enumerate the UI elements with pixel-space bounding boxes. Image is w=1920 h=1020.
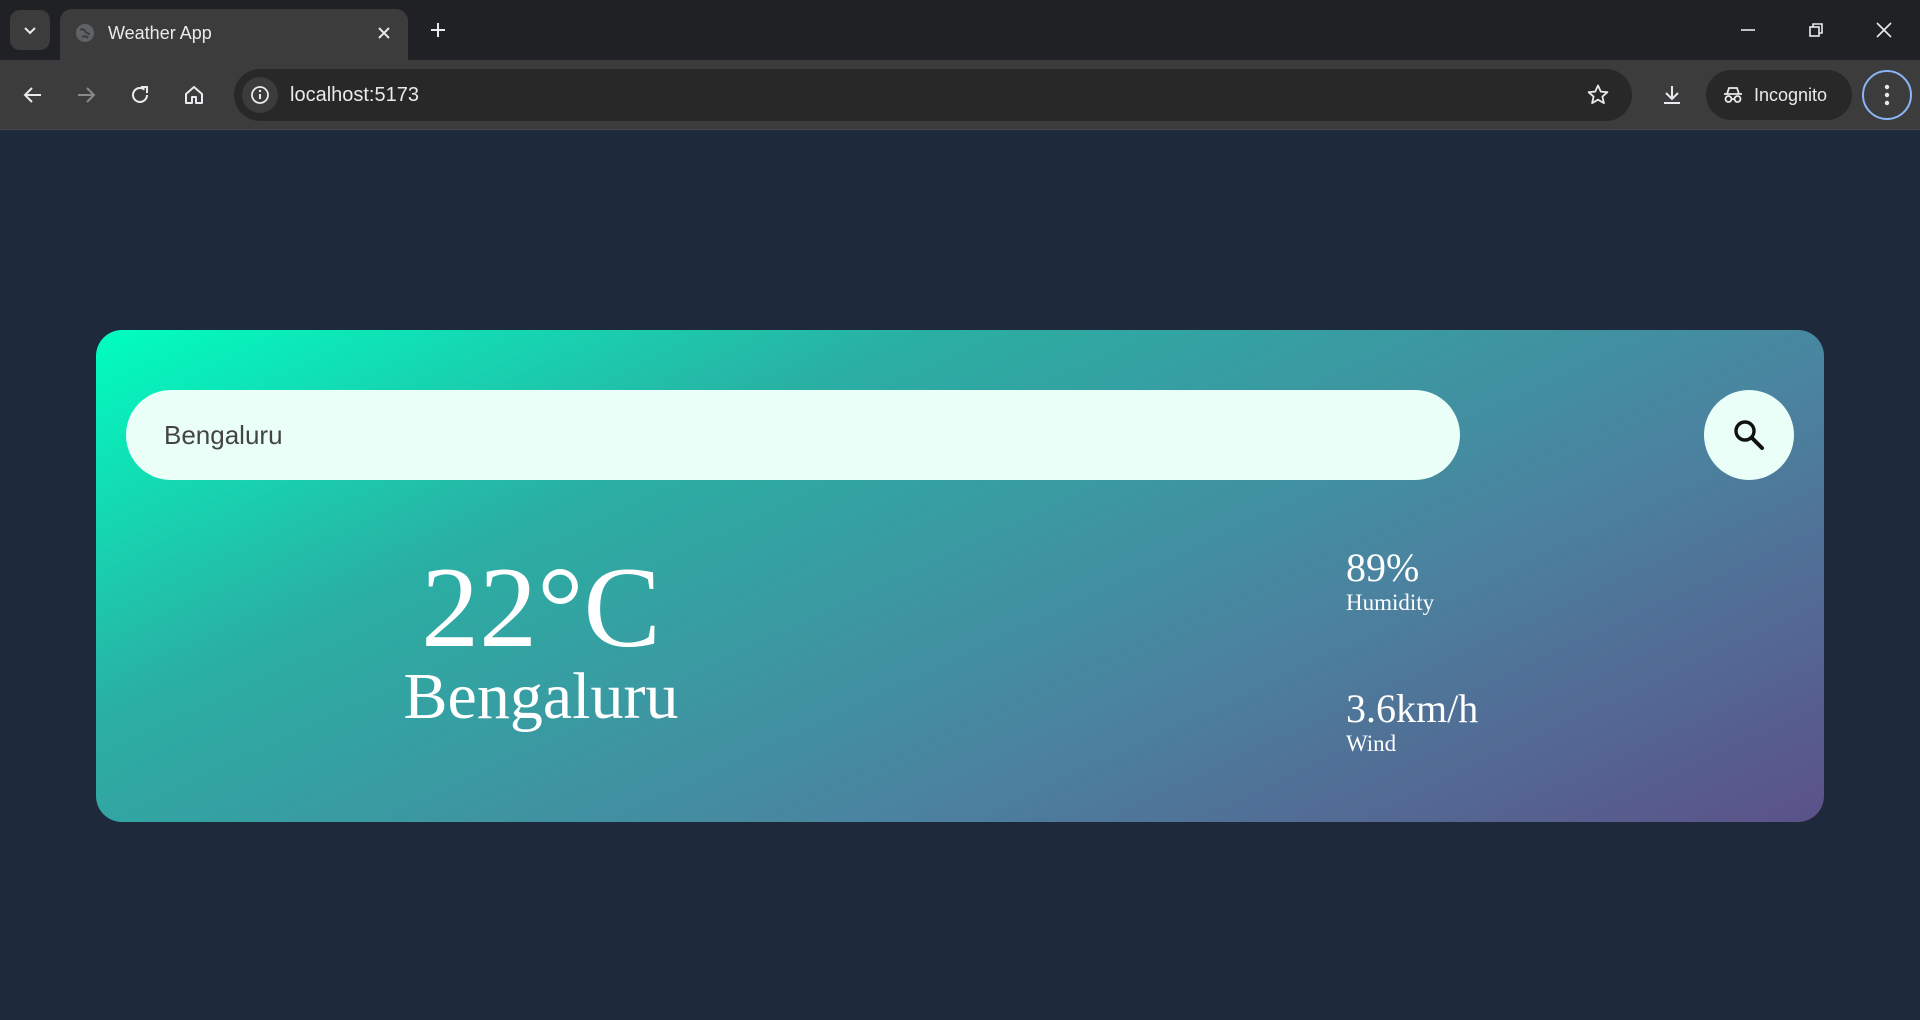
address-bar[interactable]: localhost:5173: [234, 69, 1632, 121]
close-icon: [1876, 22, 1892, 38]
restore-button[interactable]: [1782, 0, 1850, 60]
humidity-stat: 89% Humidity: [1346, 546, 1434, 616]
close-icon: [378, 27, 390, 39]
city-search-input[interactable]: [126, 390, 1460, 480]
wind-value: 3.6km/h: [1346, 686, 1479, 731]
minimize-icon: [1741, 29, 1755, 31]
plus-icon: [431, 23, 445, 37]
temperature-value: 22°C: [421, 544, 661, 672]
weather-card: 22°C Bengaluru 89% Humidity 3.6km/h Wind: [96, 330, 1824, 822]
minimize-button[interactable]: [1714, 0, 1782, 60]
site-info-button[interactable]: [242, 77, 278, 113]
reload-button[interactable]: [120, 75, 160, 115]
humidity-value: 89%: [1346, 545, 1420, 590]
current-weather: 22°C Bengaluru: [296, 548, 786, 732]
wind-stat: 3.6km/h Wind: [1346, 687, 1478, 757]
search-icon: [1734, 420, 1764, 450]
back-button[interactable]: [13, 75, 53, 115]
city-name: Bengaluru: [403, 660, 679, 733]
browser-menu-button[interactable]: [1862, 70, 1912, 120]
new-tab-button[interactable]: [418, 10, 458, 50]
search-button[interactable]: [1704, 390, 1794, 480]
close-window-button[interactable]: [1850, 0, 1918, 60]
tab-close-button[interactable]: [370, 19, 398, 47]
tab-search-button[interactable]: [10, 10, 50, 50]
wind-label: Wind: [1346, 731, 1397, 756]
home-button[interactable]: [174, 75, 214, 115]
incognito-icon: [1724, 87, 1742, 103]
downloads-button[interactable]: [1652, 75, 1692, 115]
tab-title: Weather App: [108, 23, 212, 43]
bookmark-button[interactable]: [1582, 79, 1614, 111]
tab-weather-app[interactable]: Weather App: [60, 9, 408, 60]
info-icon: [251, 86, 269, 104]
browser-tab-strip: Weather App: [0, 0, 1920, 60]
arrow-left-icon: [23, 87, 41, 103]
arrow-right-icon: [78, 87, 96, 103]
url-text[interactable]: localhost:5173: [290, 84, 419, 107]
forward-button[interactable]: [66, 75, 106, 115]
chevron-down-icon: [24, 27, 36, 35]
browser-toolbar: localhost:5173 Incognito: [0, 60, 1920, 130]
home-icon: [185, 86, 203, 104]
incognito-badge[interactable]: Incognito: [1706, 70, 1852, 120]
reload-icon: [132, 86, 148, 103]
download-icon: [1664, 86, 1680, 104]
humidity-label: Humidity: [1346, 590, 1435, 615]
globe-icon: [73, 21, 97, 45]
star-icon: [1587, 84, 1609, 104]
kebab-menu-icon: [1884, 84, 1890, 106]
restore-icon: [1809, 23, 1823, 37]
incognito-label: Incognito: [1754, 84, 1828, 105]
